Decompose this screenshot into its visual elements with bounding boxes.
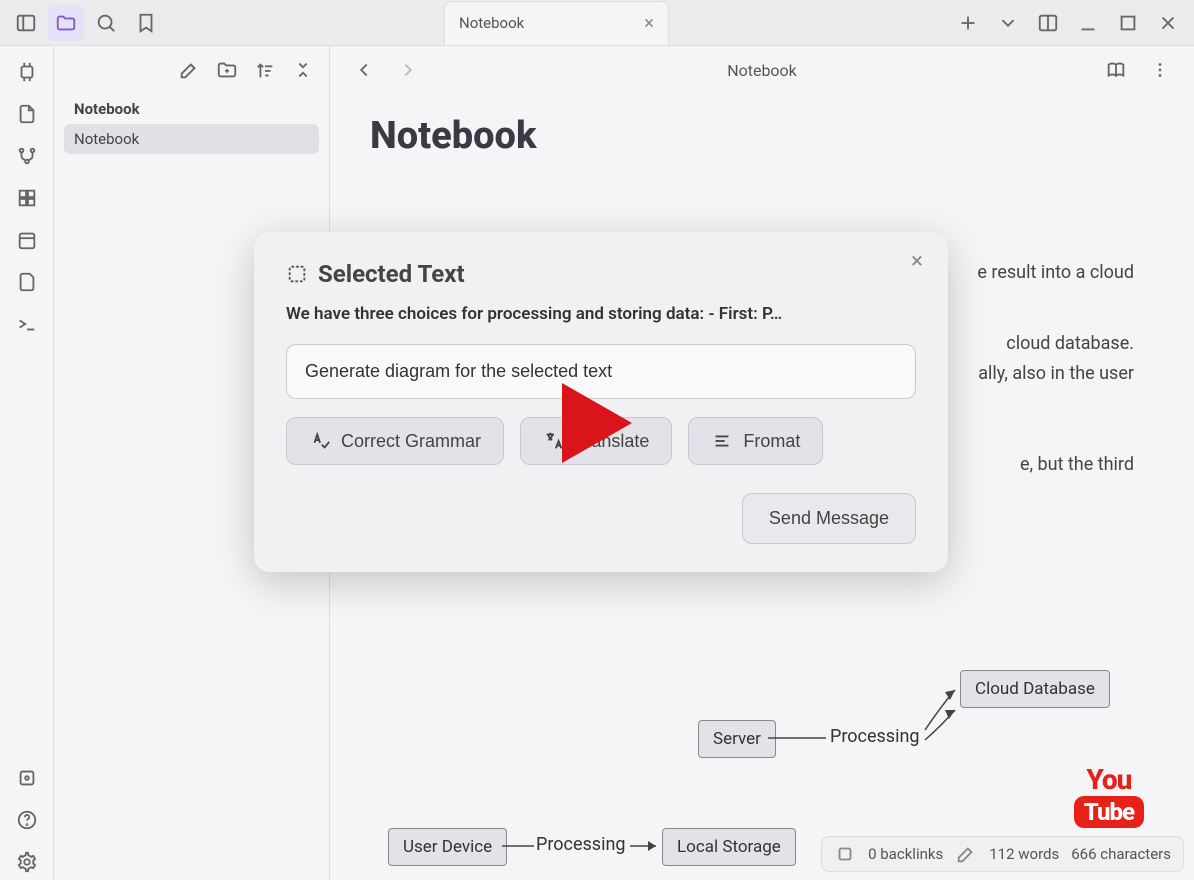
location-icon[interactable] [9,760,45,796]
bookmark-icon[interactable] [128,5,164,41]
minimize-icon[interactable] [1070,5,1106,41]
format-icon [711,430,733,452]
window-close-icon[interactable] [1150,5,1186,41]
grid-icon[interactable] [9,180,45,216]
panel-toggle-icon[interactable] [8,5,44,41]
modal-close-icon[interactable]: × [902,246,932,276]
calendar-icon[interactable] [9,222,45,258]
status-bar: 0 backlinks 112 words 666 characters [821,836,1184,872]
sidebar-toolbar [64,54,319,86]
sidebar-item-notebook[interactable]: Notebook [64,124,319,154]
status-backlinks[interactable]: 0 backlinks [868,845,943,863]
split-view-icon[interactable] [1030,5,1066,41]
sidebar-item-notebook-root[interactable]: Notebook [64,94,319,124]
youtube-badge: You Tube [1074,763,1144,828]
collapse-icon[interactable] [287,54,319,86]
chip-icon[interactable] [9,54,45,90]
youtube-tube: Tube [1074,796,1144,828]
titlebar-window-controls [950,5,1194,41]
sort-icon[interactable] [249,54,281,86]
new-note-icon[interactable] [173,54,205,86]
more-menu-icon[interactable] [1142,52,1178,88]
chevron-down-icon[interactable] [990,5,1026,41]
suggestion-correct-grammar[interactable]: Correct Grammar [286,417,504,465]
suggestion-format[interactable]: Fromat [688,417,823,465]
backlinks-icon [834,843,856,865]
selection-icon [286,263,308,285]
import-icon[interactable] [9,96,45,132]
new-tab-icon[interactable] [950,5,986,41]
spellcheck-icon [309,430,331,452]
sidebar-item-label: Notebook [74,100,140,118]
reading-view-icon[interactable] [1098,52,1134,88]
titlebar: Notebook × [0,0,1194,46]
sidebar-narrow [0,46,54,880]
tab-close-icon[interactable]: × [644,13,654,34]
sidebar-item-label: Notebook [74,130,139,148]
nav-forward-icon[interactable] [390,52,426,88]
help-icon[interactable] [9,802,45,838]
page-title: Notebook [370,114,1154,158]
suggestion-label: Correct Grammar [341,431,481,452]
suggestion-label: Fromat [743,431,800,452]
modal-selected-text: We have three choices for processing and… [286,304,916,324]
new-folder-icon[interactable] [211,54,243,86]
gear-icon[interactable] [9,844,45,880]
maximize-icon[interactable] [1110,5,1146,41]
breadcrumb: Notebook [434,61,1090,80]
search-icon[interactable] [88,5,124,41]
video-play-icon[interactable] [557,378,637,468]
status-characters[interactable]: 666 characters [1071,845,1171,863]
terminal-icon[interactable] [9,306,45,342]
nav-back-icon[interactable] [346,52,382,88]
tab-label: Notebook [459,14,524,32]
folder-icon[interactable] [48,5,84,41]
tab-notebook[interactable]: Notebook × [444,1,669,45]
status-words[interactable]: 112 words [989,845,1059,863]
modal-header: Selected Text [286,260,916,288]
youtube-you: You [1074,763,1144,796]
titlebar-left-icons [0,5,164,41]
modal-title: Selected Text [318,260,465,288]
branch-icon[interactable] [9,138,45,174]
document-icon[interactable] [9,264,45,300]
edit-icon [955,843,977,865]
main-toolbar: Notebook [330,46,1194,94]
send-message-button[interactable]: Send Message [742,493,916,544]
